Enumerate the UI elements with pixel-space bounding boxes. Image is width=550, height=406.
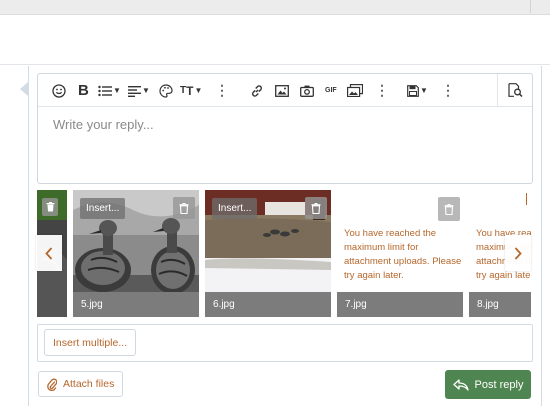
upload-limit-message: You have reached the maximum limit for a… <box>344 228 462 281</box>
chevron-right-icon <box>514 246 522 260</box>
chevron-down-icon: ▼ <box>420 86 428 95</box>
link-icon[interactable] <box>250 82 264 99</box>
attachment-thumb-7[interactable]: You have reached the maximum limit for a… <box>337 190 463 317</box>
preview-button[interactable] <box>497 74 533 106</box>
chevron-down-icon: ▼ <box>142 86 150 95</box>
bold-icon[interactable]: B <box>78 82 89 99</box>
align-icon[interactable]: ▼ <box>128 82 150 99</box>
attachment-filename: 6.jpg <box>205 292 331 317</box>
preview-icon <box>508 83 523 97</box>
post-reply-button[interactable]: Post reply <box>445 370 531 399</box>
top-band <box>0 0 550 15</box>
gallery-next-button[interactable] <box>505 235 531 271</box>
chevron-left-icon <box>45 246 53 260</box>
insert-button[interactable]: Insert... <box>212 198 258 219</box>
insert-button[interactable]: Insert... <box>80 198 126 219</box>
more-icon[interactable]: ⋮ <box>375 82 389 99</box>
post-reply-label: Post reply <box>474 378 524 391</box>
attachment-gallery: Insert... 5.jpg Insert... 6.jpg You have… <box>37 190 531 317</box>
trash-icon <box>311 202 321 214</box>
frame-notch <box>20 82 28 96</box>
attachment-filename: 5.jpg <box>73 292 199 317</box>
chevron-down-icon: ▼ <box>194 86 203 95</box>
attachment-filename: 8.jpg <box>469 292 531 317</box>
trash-icon <box>444 203 454 215</box>
delete-attachment-button[interactable] <box>305 197 327 219</box>
insert-multiple-button[interactable]: Insert multiple... <box>44 329 137 356</box>
gif-icon[interactable]: GIF <box>325 82 337 99</box>
trash-icon <box>179 202 189 214</box>
list-icon[interactable]: ▼ <box>98 82 121 99</box>
paperclip-icon <box>47 378 57 391</box>
attachment-filename: 7.jpg <box>337 292 463 317</box>
top-band-inner <box>0 0 531 13</box>
text-cursor <box>526 193 527 205</box>
gallery-icon[interactable] <box>347 82 363 99</box>
chevron-down-icon: ▼ <box>113 86 121 95</box>
trash-icon <box>46 202 54 212</box>
reply-placeholder[interactable]: Write your reply... <box>53 117 154 132</box>
text-size-large-glyph: T <box>186 83 194 98</box>
section-divider <box>0 64 550 65</box>
attachment-thumb-6[interactable]: Insert... 6.jpg <box>205 190 331 317</box>
delete-attachment-button[interactable] <box>438 197 460 221</box>
gallery-prev-button[interactable] <box>36 235 62 271</box>
more-icon[interactable]: ⋮ <box>215 82 229 99</box>
insert-multiple-bar: Insert multiple... <box>37 324 533 362</box>
reply-editor[interactable]: B ▼ ▼ T T ▼ ⋮ GIF ⋮ ▼ ⋮ Write your reply… <box>37 73 533 184</box>
delete-attachment-button[interactable] <box>173 197 195 219</box>
attach-files-button[interactable]: Attach files <box>38 371 124 397</box>
palette-icon[interactable] <box>159 82 173 99</box>
delete-attachment-button[interactable] <box>42 198 58 216</box>
smiley-icon[interactable] <box>52 82 66 99</box>
text-size-icon[interactable]: T T ▼ <box>180 82 202 99</box>
save-icon[interactable]: ▼ <box>407 82 428 99</box>
reply-icon <box>452 378 469 391</box>
attachment-thumb-5[interactable]: Insert... 5.jpg <box>73 190 199 317</box>
editor-toolbar: B ▼ ▼ T T ▼ ⋮ GIF ⋮ ▼ ⋮ <box>38 74 532 107</box>
attach-files-label: Attach files <box>63 378 115 390</box>
more-icon[interactable]: ⋮ <box>441 82 455 99</box>
camera-icon[interactable] <box>300 82 314 99</box>
image-icon[interactable] <box>275 82 289 99</box>
